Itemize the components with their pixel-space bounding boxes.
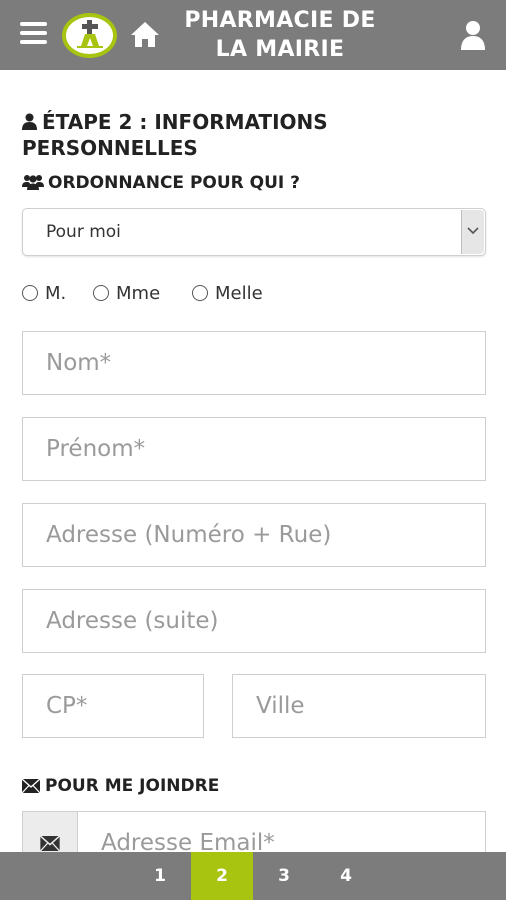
radio-m[interactable]: M. <box>22 283 66 304</box>
hamburger-menu-icon[interactable] <box>20 22 47 46</box>
prescription-selected-value: Pour moi <box>46 222 121 242</box>
top-bar: PHARMACIE DE LA MAIRIE <box>0 0 506 70</box>
radio-m-label: M. <box>45 283 67 304</box>
home-icon[interactable] <box>130 20 160 52</box>
page-2-button[interactable]: 2 <box>191 852 253 900</box>
radio-mme-label: Mme <box>116 283 161 304</box>
page-4-button[interactable]: 4 <box>315 852 377 900</box>
user-icon[interactable] <box>460 20 486 54</box>
radio-circle[interactable] <box>22 285 38 301</box>
prescription-select[interactable]: Pour moi <box>22 208 486 256</box>
prescription-label-text: ORDONNANCE POUR QUI ? <box>48 173 301 193</box>
app-title: PHARMACIE DE LA MAIRIE <box>184 8 376 62</box>
contact-label-text: POUR ME JOINDRE <box>45 776 220 796</box>
radio-circle[interactable] <box>192 285 208 301</box>
step-pager: 1 2 3 4 <box>0 852 506 900</box>
users-icon <box>22 174 44 195</box>
cp-field-wrapper <box>22 674 204 738</box>
ville-field-wrapper <box>232 674 486 738</box>
prenom-field-wrapper <box>22 417 486 481</box>
ville-field[interactable] <box>233 675 485 737</box>
envelope-icon <box>40 836 60 851</box>
radio-mme[interactable]: Mme <box>93 283 160 304</box>
step-title-text: ÉTAPE 2 : INFORMATIONS PERSONNELLES <box>22 110 328 160</box>
adresse-field-wrapper <box>22 503 486 567</box>
contact-label: POUR ME JOINDRE <box>21 776 220 798</box>
radio-melle-label: Melle <box>215 283 263 304</box>
user-icon <box>22 111 37 136</box>
adresse-suite-field[interactable] <box>23 590 485 652</box>
nom-field[interactable] <box>23 332 485 394</box>
pharmacy-logo[interactable] <box>62 13 117 58</box>
adresse-field[interactable] <box>23 504 485 566</box>
chevron-down-icon[interactable] <box>461 210 484 254</box>
prescription-label: ORDONNANCE POUR QUI ? <box>22 173 300 195</box>
prenom-field[interactable] <box>23 418 485 480</box>
page-1-button[interactable]: 1 <box>129 852 191 900</box>
page-3-button[interactable]: 3 <box>253 852 315 900</box>
cp-field[interactable] <box>23 675 203 737</box>
radio-melle[interactable]: Melle <box>192 283 263 304</box>
adresse-suite-field-wrapper <box>22 589 486 653</box>
envelope-icon <box>21 778 41 798</box>
nom-field-wrapper <box>22 331 486 395</box>
radio-circle[interactable] <box>93 285 109 301</box>
step-title: ÉTAPE 2 : INFORMATIONS PERSONNELLES <box>22 110 442 161</box>
